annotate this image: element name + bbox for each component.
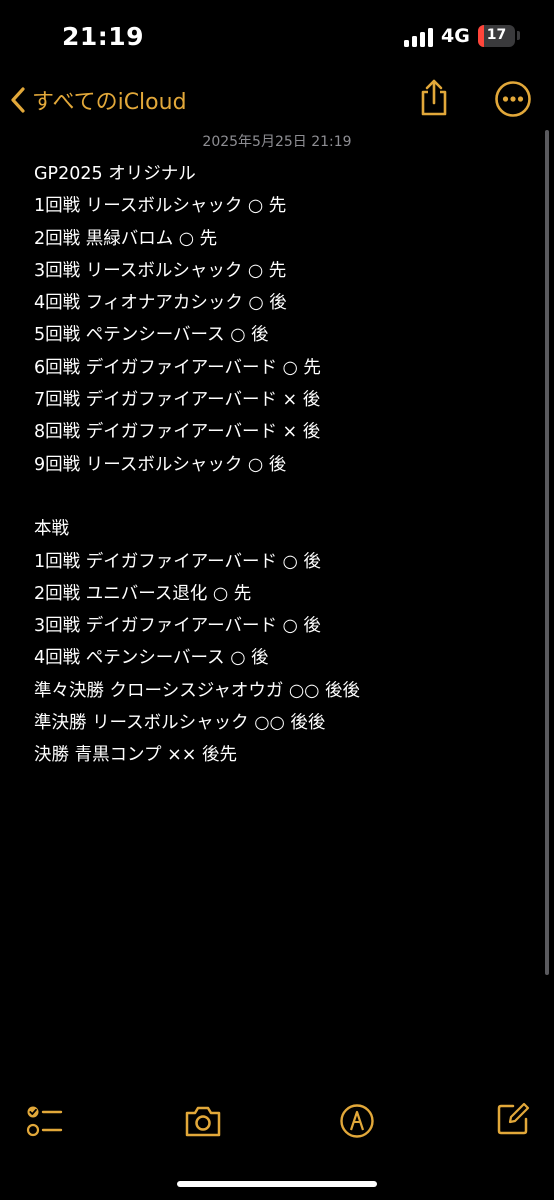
note-blank-line [34, 481, 534, 513]
note-line: 7回戦 デイガファイアーバード × 後 [34, 390, 321, 411]
note-line: 2回戦 ユニバース退化 ○ 先 [34, 583, 252, 604]
note-date: 2025年5月25日 21:19 [202, 134, 352, 150]
note-line: 準決勝 リースボルシャック ○○ 後後 [34, 713, 326, 734]
status-bar: 21:19 4G 17 [0, 0, 554, 70]
compose-icon [497, 1102, 530, 1135]
note-line: GP2025 オリジナル [34, 164, 196, 184]
note-line: 9回戦 リースボルシャック ○ 後 [34, 454, 287, 475]
note-line: 6回戦 デイガファイアーバード ○ 先 [34, 357, 321, 378]
note-line: 決勝 青黒コンプ ×× 後先 [34, 745, 237, 766]
share-icon [421, 79, 447, 116]
network-type: 4G [441, 25, 470, 47]
note-line: 本戦 [34, 519, 69, 540]
note-line: 4回戦 ペテンシーバース ○ 後 [34, 648, 269, 669]
markup-button[interactable] [339, 1103, 375, 1139]
note-line: 2回戦 黒緑バロム ○ 先 [34, 228, 218, 249]
back-button[interactable]: すべてのiCloud [10, 80, 187, 120]
markup-pen-icon [340, 1104, 374, 1138]
cellular-signal-icon [404, 28, 436, 47]
note-body[interactable]: GP2025 オリジナル 1回戦 リースボルシャック ○ 先 2回戦 黒緑バロム ○… [34, 158, 534, 772]
back-button-label: すべてのiCloud [32, 90, 187, 115]
checklist-icon [26, 1106, 63, 1137]
checklist-button[interactable] [26, 1104, 64, 1138]
note-line: 4回戦 フィオナアカシック ○ 後 [34, 293, 287, 314]
note-line: 5回戦 ペテンシーバース ○ 後 [34, 325, 269, 346]
note-line: 1回戦 デイガファイアーバード ○ 後 [34, 551, 321, 572]
note-line: 3回戦 デイガファイアーバード ○ 後 [34, 616, 321, 637]
note-line: 1回戦 リースボルシャック ○ 先 [34, 196, 287, 217]
scroll-indicator[interactable] [545, 130, 549, 975]
camera-icon [185, 1106, 221, 1137]
battery-cap [517, 31, 520, 40]
home-indicator[interactable] [177, 1181, 377, 1187]
camera-button[interactable] [183, 1104, 223, 1138]
battery-level: 17 [486, 27, 507, 43]
status-time: 21:19 [62, 22, 145, 51]
battery-icon: 17 [478, 25, 515, 47]
more-button[interactable] [494, 80, 532, 118]
note-line: 8回戦 デイガファイアーバード × 後 [34, 422, 321, 443]
ellipsis-circle-icon [495, 81, 531, 117]
note-line: 準々決勝 クローシスジャオウガ ○○ 後後 [34, 680, 361, 701]
compose-button[interactable] [496, 1102, 530, 1136]
share-button[interactable] [416, 78, 452, 118]
note-line: 3回戦 リースボルシャック ○ 先 [34, 260, 287, 281]
chevron-left-icon [11, 87, 25, 113]
